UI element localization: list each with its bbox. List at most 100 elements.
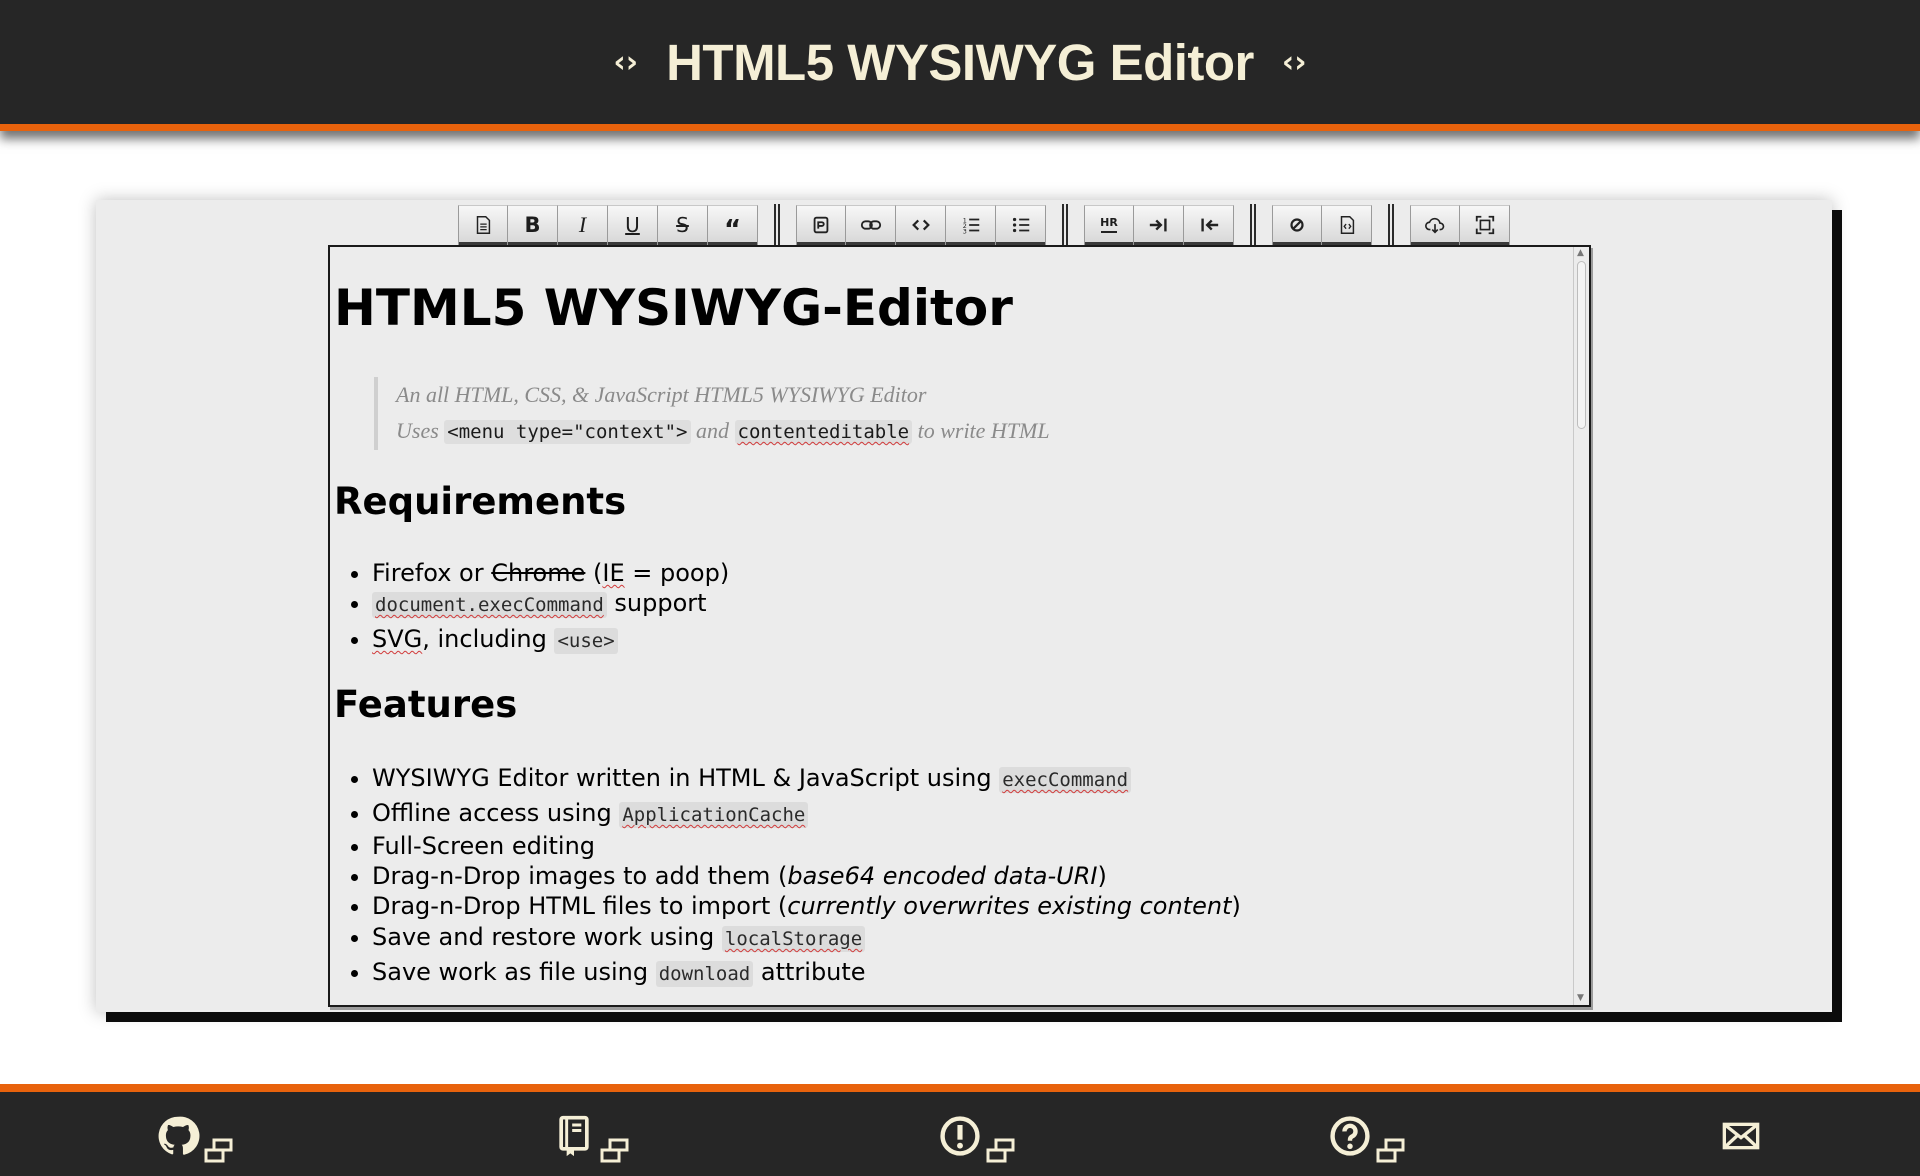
item-text: Save and restore work using (372, 923, 722, 951)
intro-text: to write HTML (912, 418, 1050, 443)
docs-link[interactable] (552, 1114, 630, 1163)
item-emphasis: base64 encoded data-URI (787, 862, 1098, 890)
unordered-list-button[interactable] (996, 204, 1046, 246)
outdent-button[interactable] (1184, 204, 1234, 246)
toolbar-separator (770, 204, 784, 246)
item-text: WYSIWYG Editor written in HTML & JavaScr… (372, 764, 1000, 792)
item-text: Save work as file using (372, 958, 656, 986)
document-title: HTML5 WYSIWYG-Editor (334, 279, 1013, 337)
indent-icon (1149, 218, 1167, 232)
outdent-icon (1200, 218, 1218, 232)
cloud-download-icon (1425, 217, 1445, 234)
link-icon (860, 220, 881, 230)
inline-code: localStorage (721, 926, 866, 952)
svg-text:3: 3 (962, 227, 966, 235)
item-text-strike: Chrome (491, 559, 586, 587)
item-text: SVG (372, 625, 423, 653)
list-item: Save work as file using download attribu… (372, 955, 1241, 991)
item-text: = poop) (624, 559, 730, 587)
inline-code: <use> (554, 628, 618, 654)
strikethrough-button[interactable]: S (658, 204, 708, 246)
list-item: Drag-n-Drop HTML files to import (curren… (372, 891, 1241, 921)
scroll-up-icon[interactable]: ▲ (1577, 248, 1584, 258)
indent-button[interactable] (1134, 204, 1184, 246)
item-text: Full-Screen editing (372, 832, 596, 860)
inline-code: download (655, 961, 754, 987)
item-text: ( (585, 559, 603, 587)
item-emphasis: currently overwrites existing content (787, 892, 1232, 920)
features-heading: Features (334, 683, 518, 726)
source-file-icon (1340, 216, 1354, 234)
toolbar-separator (1058, 204, 1072, 246)
no-entry-icon (1290, 218, 1304, 232)
list-item: Drag-n-Drop images to add them (base64 e… (372, 861, 1241, 891)
external-link-icon (204, 1138, 234, 1168)
item-text: Firefox or (372, 559, 492, 587)
fullscreen-icon (1475, 215, 1494, 235)
select-icon (813, 216, 829, 234)
inline-code: ApplicationCache (619, 802, 809, 828)
requirements-heading: Requirements (334, 480, 627, 523)
list-item: Save and restore work using localStorage (372, 921, 1241, 955)
item-text: attribute (753, 958, 866, 986)
bold-button[interactable]: B (508, 204, 558, 246)
app-footer (0, 1084, 1920, 1176)
underline-button[interactable]: U (608, 204, 658, 246)
horizontal-rule-button[interactable]: HR (1084, 204, 1134, 246)
scroll-down-icon[interactable]: ▼ (1577, 993, 1584, 1003)
item-text: support (606, 589, 707, 617)
code-button[interactable] (896, 204, 946, 246)
intro-blockquote: An all HTML, CSS, & JavaScript HTML5 WYS… (374, 377, 1050, 450)
scrollbar-thumb[interactable] (1577, 261, 1586, 429)
help-link[interactable] (1328, 1114, 1406, 1163)
hr-line-icon (1101, 230, 1117, 233)
issue-icon (938, 1114, 982, 1162)
italic-button[interactable]: I (558, 204, 608, 246)
intro-text: Uses (396, 418, 445, 443)
external-link-icon (986, 1138, 1016, 1168)
item-text: ) (1231, 892, 1241, 920)
document-icon (476, 216, 491, 234)
view-source-button[interactable] (1322, 204, 1372, 246)
clear-formatting-button[interactable] (1272, 204, 1322, 246)
link-button[interactable] (846, 204, 896, 246)
book-icon (552, 1114, 596, 1162)
list-item: Firefox or Chrome (IE = poop) (372, 558, 729, 588)
page-title: HTML5 WYSIWYG Editor (666, 33, 1254, 91)
select-all-button[interactable] (796, 204, 846, 246)
editor-document[interactable]: HTML5 WYSIWYG-Editor An all HTML, CSS, &… (328, 245, 1591, 1007)
list-item: SVG, including <use> (372, 624, 729, 656)
mail-link[interactable] (1720, 1116, 1762, 1160)
inline-code: execCommand (999, 767, 1132, 793)
item-text: Offline access using (372, 799, 620, 827)
ordered-list-icon: 123 (962, 216, 979, 235)
new-document-button[interactable] (458, 204, 508, 246)
code-icon: ‹› (1281, 44, 1307, 80)
app-header: ‹› HTML5 WYSIWYG Editor ‹› (0, 0, 1920, 131)
toolbar-separator (1384, 204, 1398, 246)
github-link[interactable] (156, 1114, 234, 1163)
item-text: Drag-n-Drop HTML files to import ( (372, 892, 788, 920)
requirements-list: Firefox or Chrome (IE = poop) document.e… (334, 558, 729, 656)
intro-text: and (690, 418, 735, 443)
inline-code: document.execCommand (372, 592, 607, 618)
issues-link[interactable] (938, 1114, 1016, 1163)
code-icon (911, 219, 930, 231)
ordered-list-button[interactable]: 123 (946, 204, 996, 246)
item-text: ) (1097, 862, 1107, 890)
hr-label: HR (1100, 215, 1118, 229)
quote-button[interactable]: “ (708, 204, 758, 246)
save-cloud-button[interactable] (1410, 204, 1460, 246)
editor-toolbar: B I U S “ 123 HR (458, 204, 1510, 246)
github-icon (156, 1114, 200, 1162)
inline-code: <menu type="context"> (444, 420, 691, 444)
features-list: WYSIWYG Editor written in HTML & JavaScr… (334, 761, 1241, 991)
fullscreen-button[interactable] (1460, 204, 1510, 246)
unordered-list-icon (1012, 217, 1029, 233)
item-text: IE (602, 559, 625, 587)
external-link-icon (600, 1138, 630, 1168)
document-scrollbar[interactable]: ▲ ▼ (1573, 247, 1589, 1005)
list-item: Offline access using ApplicationCache (372, 797, 1241, 831)
list-item: Full-Screen editing (372, 831, 1241, 861)
list-item: document.execCommand support (372, 588, 729, 620)
